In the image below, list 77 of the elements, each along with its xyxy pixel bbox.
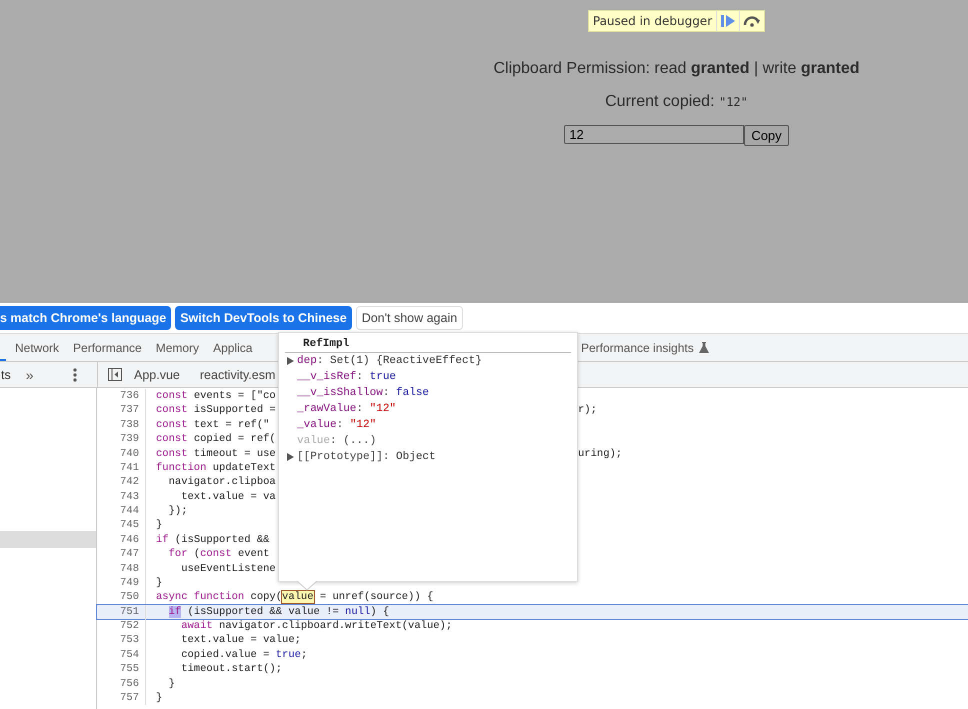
property-row-text: __v_isShallow: false bbox=[296, 386, 430, 401]
line-number: 745 bbox=[97, 518, 146, 533]
infobar-button[interactable]: Don't show again bbox=[356, 306, 464, 330]
code-line: timeout.start(); bbox=[180, 662, 282, 676]
copied-value: "12" bbox=[718, 95, 748, 109]
line-number: 754 bbox=[97, 648, 146, 662]
line-number: 752 bbox=[97, 619, 146, 634]
line-number: 753 bbox=[97, 633, 146, 648]
line-number: 739 bbox=[97, 432, 146, 446]
panel-tab[interactable]: Memory bbox=[148, 334, 206, 361]
sidebar-toggle-icon[interactable] bbox=[108, 368, 122, 381]
code-line: const timeout = use bbox=[155, 446, 276, 461]
text-input[interactable]: 12 bbox=[564, 125, 744, 144]
line-number: 756 bbox=[97, 676, 146, 691]
property-row-text: value: (...) bbox=[296, 434, 378, 449]
code-line: if (isSupported && bbox=[155, 532, 270, 548]
code-line: } bbox=[155, 576, 162, 590]
code-line: } bbox=[155, 690, 162, 706]
navigator-tab[interactable]: ts bbox=[1, 368, 11, 382]
line-number: 744 bbox=[97, 504, 146, 518]
panel-tab[interactable]: Performance bbox=[66, 334, 149, 361]
property-row[interactable]: [[Prototype]]: Object bbox=[279, 449, 577, 465]
line-number: 740 bbox=[97, 446, 146, 461]
code-line: } bbox=[155, 518, 162, 533]
permission-text: Clipboard Permission: read granted | write granted bbox=[493, 60, 860, 78]
copied-label: Current copied: bbox=[605, 93, 716, 110]
line-number: 751 bbox=[97, 604, 146, 619]
expand-icon[interactable] bbox=[287, 453, 294, 461]
more-tabs-button[interactable]: » bbox=[22, 366, 37, 382]
expand-icon[interactable] bbox=[287, 357, 294, 365]
line-number: 738 bbox=[97, 418, 146, 432]
code-line: navigator.clipboa bbox=[168, 475, 276, 490]
panel-tab[interactable]: Performance insights bbox=[574, 334, 716, 361]
step-over-icon bbox=[743, 15, 762, 27]
file-tab[interactable]: reactivity.esm bbox=[194, 368, 284, 382]
menu-icon[interactable] bbox=[72, 368, 77, 382]
line-number: 743 bbox=[97, 490, 146, 504]
property-row-text: __v_isRef: true bbox=[296, 370, 398, 385]
code-line: } bbox=[168, 676, 175, 691]
panel-tab[interactable]: Network bbox=[8, 334, 66, 361]
property-row-text: _rawValue: "12" bbox=[296, 402, 398, 417]
code-line: r); bbox=[578, 403, 597, 418]
code-line: text.value = value; bbox=[180, 633, 301, 648]
paused-label: Paused in debugger bbox=[592, 13, 714, 30]
property-row-text: _value: "12" bbox=[296, 418, 378, 433]
code-line: const events = ["co bbox=[155, 389, 276, 404]
line-number: 746 bbox=[97, 532, 146, 548]
panel-tab[interactable]: Applica bbox=[206, 334, 260, 361]
object-type-label: RefImpl bbox=[285, 338, 571, 353]
code-line: if (isSupported && value != null) { bbox=[168, 604, 390, 619]
line-number: 747 bbox=[97, 547, 146, 562]
line-number: 749 bbox=[97, 576, 146, 590]
line-number: 748 bbox=[97, 562, 146, 576]
code-line: await navigator.clipboard.writeText(value); bbox=[180, 619, 452, 634]
code-line: const copied = ref( bbox=[155, 432, 276, 446]
code-line: for (const event bbox=[168, 547, 270, 562]
line-number: 755 bbox=[97, 662, 146, 676]
file-tab[interactable]: App.vue bbox=[128, 368, 188, 382]
line-number: 736 bbox=[97, 389, 146, 404]
line-number: 741 bbox=[97, 460, 146, 476]
code-line: text.value = va bbox=[180, 490, 276, 504]
code-line: }); bbox=[168, 504, 188, 518]
code-line: function updateText bbox=[155, 460, 276, 476]
resume-icon bbox=[720, 14, 736, 28]
code-line: useEventListene bbox=[180, 562, 276, 576]
infobar-button[interactable]: s match Chrome's language bbox=[0, 306, 172, 330]
line-number: 757 bbox=[97, 690, 146, 706]
code-line: copied.value = true; bbox=[180, 648, 308, 662]
line-number: 737 bbox=[97, 403, 146, 418]
code-line: const isSupported = bbox=[155, 403, 276, 418]
code-line: async function copy(value = unref(source)) { bbox=[155, 590, 434, 605]
infobar-button[interactable]: Switch DevTools to Chinese bbox=[175, 306, 352, 330]
code-line: const text = ref(" bbox=[155, 418, 270, 432]
property-row[interactable]: dep: Set(1) {ReactiveEffect} bbox=[279, 353, 577, 369]
code-line: uring); bbox=[578, 446, 622, 461]
line-number: 742 bbox=[97, 475, 146, 490]
copy-button[interactable]: Copy bbox=[744, 125, 789, 146]
